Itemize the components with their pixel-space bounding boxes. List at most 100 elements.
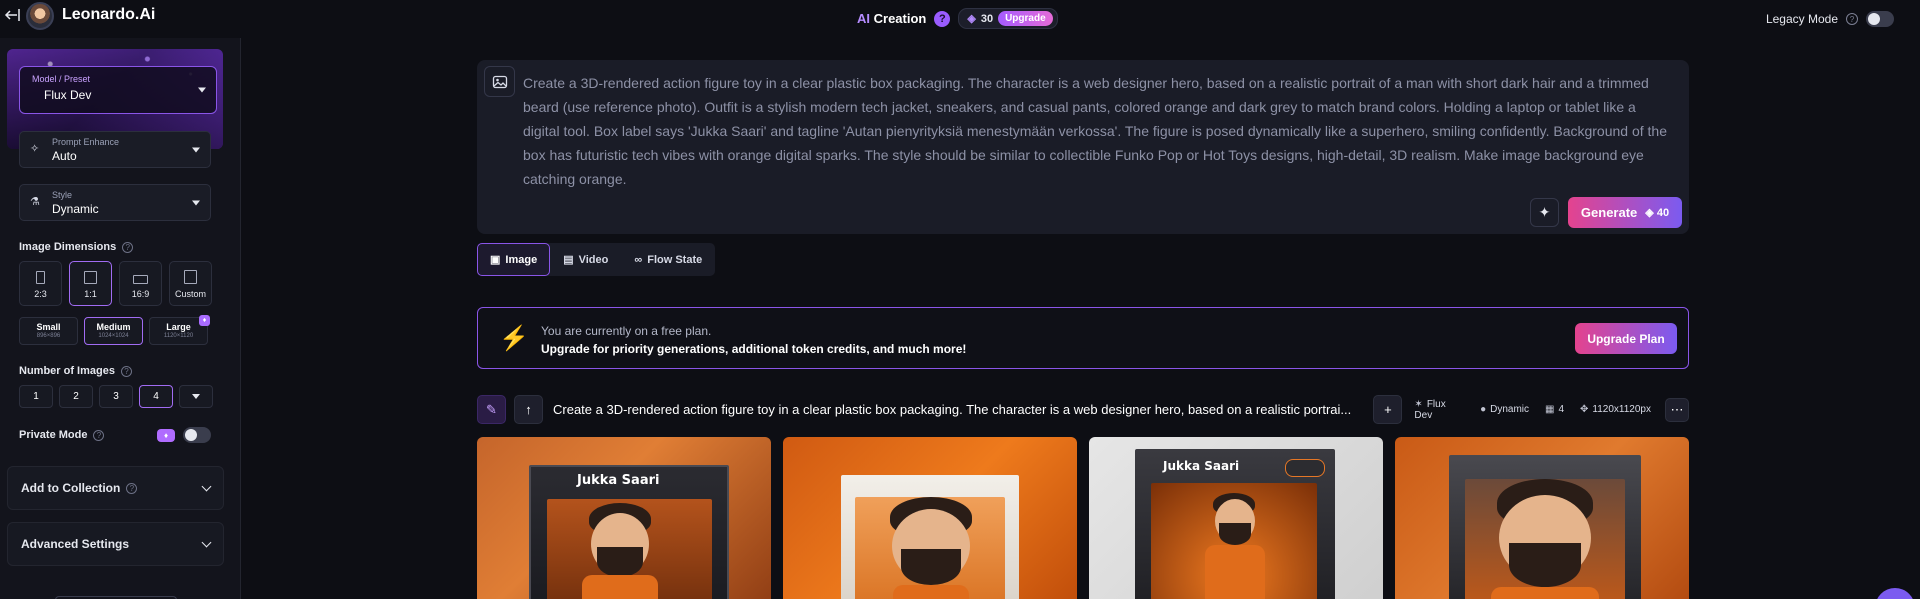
prompt-enhance-select[interactable]: ✧ Prompt Enhance Auto (19, 131, 211, 168)
back-arrow-icon[interactable] (4, 6, 22, 24)
meta-count: ▦ 4 (1545, 404, 1565, 415)
chevron-down-icon (198, 87, 206, 93)
resize-icon: ✥ (1580, 404, 1589, 415)
image-guidance-button[interactable] (484, 66, 515, 97)
help-icon[interactable]: ? (120, 365, 132, 377)
prompt-enhance-label: Prompt Enhance (52, 137, 120, 147)
image-dimensions-title: Image Dimensions ? (19, 241, 134, 253)
remix-button[interactable]: ✎ (477, 395, 506, 424)
chevron-down-icon (201, 481, 212, 491)
prompt-textarea[interactable]: Create a 3D-rendered action figure toy i… (523, 71, 1673, 191)
magic-wand-icon: ✎ (486, 401, 497, 417)
ratio-custom[interactable]: Custom (169, 261, 212, 306)
count-option-1[interactable]: 1 (19, 385, 53, 408)
reuse-prompt-button[interactable]: ↑ (514, 395, 543, 424)
sparkle-icon: ✦ (1538, 204, 1551, 220)
generation-type-tabs: ▣ Image ▤ Video ∞ Flow State (477, 243, 716, 276)
generated-images-grid: Jukka Saari Jukka Saari (477, 437, 1689, 599)
size-medium[interactable]: Medium 1024×1024 (84, 317, 143, 345)
infinity-icon: ∞ (634, 253, 643, 266)
free-plan-banner: ⚡ You are currently on a free plan. Upgr… (477, 307, 1689, 369)
image-size-group: Small 896×896 Medium 1024×1024 Large 112… (19, 315, 210, 345)
lightning-bolt-icon: ⚡ (499, 325, 529, 352)
app-logo[interactable]: Leonardo.Ai (62, 6, 155, 24)
generation-meta: ✶ Flux Dev ● Dynamic ▦ 4 ✥ 1120x1120px (1414, 399, 1651, 421)
image-icon: ▣ (490, 254, 501, 266)
token-icon: ◈ (1645, 207, 1654, 219)
legacy-mode: Legacy Mode ? (1766, 11, 1894, 27)
header-center: AI Creation ? ◈ 30 Upgrade (857, 8, 1058, 29)
custom-ratio-icon (184, 270, 197, 284)
legacy-help-icon[interactable]: ? (1846, 13, 1858, 25)
upgrade-plan-button[interactable]: Upgrade Plan (1575, 323, 1677, 354)
style-select[interactable]: ⚗ Style Dynamic (19, 184, 211, 221)
top-bar: Leonardo.Ai AI Creation ? ◈ 30 Upgrade L… (0, 0, 1920, 38)
help-icon[interactable]: ? (93, 429, 105, 441)
landscape-ratio-icon (133, 275, 148, 284)
style-value: Dynamic (52, 202, 99, 216)
generated-image-3[interactable]: Jukka Saari (1089, 437, 1383, 599)
token-balance[interactable]: ◈ 30 Upgrade (958, 8, 1058, 29)
ai-creation-title: AI Creation (857, 11, 927, 26)
chevron-down-icon (192, 394, 200, 399)
banner-line-1: You are currently on a free plan. (541, 324, 712, 338)
prompt-panel: Create a 3D-rendered action figure toy i… (477, 60, 1689, 234)
ratio-16-9[interactable]: 16:9 (119, 261, 162, 306)
count-more-button[interactable] (179, 385, 213, 408)
style-label: Style (52, 190, 73, 200)
chevron-down-icon (201, 537, 212, 547)
generate-button[interactable]: Generate ◈ 40 (1568, 197, 1682, 228)
prompt-magic-button[interactable]: ✦ (1530, 198, 1559, 227)
count-option-3[interactable]: 3 (99, 385, 133, 408)
user-avatar[interactable] (26, 2, 54, 30)
add-to-collection-accordion[interactable]: Add to Collection ? (7, 466, 224, 510)
generate-label: Generate (1580, 205, 1638, 220)
help-icon[interactable]: ? (934, 10, 951, 27)
size-small[interactable]: Small 896×896 (19, 317, 78, 345)
video-icon: ▤ (563, 254, 574, 266)
tab-image[interactable]: ▣ Image (477, 243, 551, 276)
size-large[interactable]: Large 1120×1120 ♦ (149, 315, 210, 345)
count-option-4[interactable]: 4 (139, 385, 173, 408)
arrow-up-icon: ↑ (525, 402, 532, 417)
help-icon[interactable]: ? (126, 482, 138, 494)
box-label: Jukka Saari (1163, 459, 1240, 473)
ratio-1-1[interactable]: 1:1 (69, 261, 112, 306)
meta-size: ✥ 1120x1120px (1580, 404, 1651, 415)
number-of-images-title: Number of Images ? (19, 365, 132, 377)
chat-support-button[interactable] (1875, 588, 1915, 599)
add-button[interactable]: + (1373, 395, 1403, 424)
model-preset-select[interactable]: Model / Preset Flux Dev (19, 66, 217, 114)
tab-flow-state[interactable]: ∞ Flow State (621, 243, 715, 276)
model-preset-label: Model / Preset (32, 74, 91, 84)
premium-gem-icon: ♦ (157, 428, 175, 442)
generated-image-2[interactable] (783, 437, 1077, 599)
images-icon: ▦ (1545, 404, 1555, 415)
help-icon[interactable]: ? (122, 241, 134, 253)
advanced-settings-accordion[interactable]: Advanced Settings (7, 522, 224, 566)
meta-style: ● Dynamic (1480, 404, 1530, 415)
count-option-2[interactable]: 2 (59, 385, 93, 408)
generated-image-1[interactable]: Jukka Saari (477, 437, 771, 599)
private-mode-row: Private Mode ? ♦ (19, 427, 211, 443)
chevron-down-icon (192, 200, 200, 205)
settings-sidebar: Model / Preset Flux Dev ✧ Prompt Enhance… (0, 38, 241, 599)
prompt-enhance-value: Auto (52, 149, 77, 163)
legacy-mode-toggle[interactable] (1866, 11, 1894, 27)
private-mode-label: Private Mode (19, 429, 88, 441)
banner-line-2: Upgrade for priority generations, additi… (541, 342, 967, 356)
generation-prompt: Create a 3D-rendered action figure toy i… (553, 402, 1352, 417)
tab-video[interactable]: ▤ Video (550, 243, 621, 276)
advanced-settings-label: Advanced Settings (21, 537, 130, 551)
legacy-mode-label: Legacy Mode (1765, 12, 1838, 26)
plus-icon: + (1384, 402, 1392, 417)
image-icon (492, 75, 507, 88)
token-count: 30 (980, 12, 994, 25)
generation-header: ✎ ↑ Create a 3D-rendered action figure t… (477, 395, 1689, 424)
chevron-down-icon (192, 147, 200, 152)
private-mode-toggle[interactable] (183, 427, 211, 443)
generated-image-4[interactable] (1395, 437, 1689, 599)
upgrade-pill-button[interactable]: Upgrade (998, 11, 1053, 26)
ratio-2-3[interactable]: 2:3 (19, 261, 62, 306)
more-options-button[interactable]: ⋯ (1665, 397, 1689, 422)
